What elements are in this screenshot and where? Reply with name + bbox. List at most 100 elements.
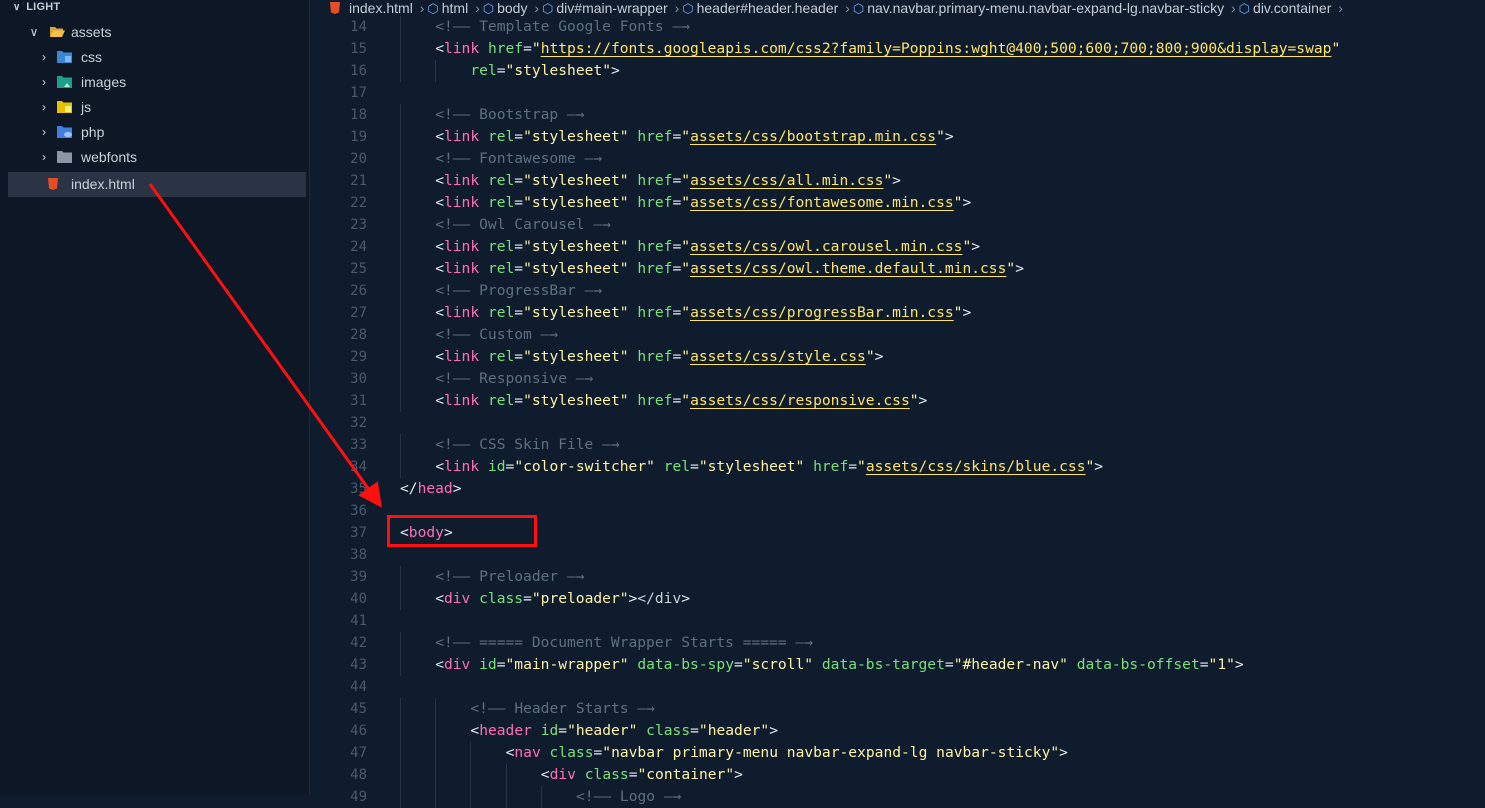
line-number: 45: [350, 701, 367, 717]
indent-guide: [435, 60, 437, 82]
tree-item-assets[interactable]: ∨ assets: [0, 20, 309, 45]
indent-guide: [400, 588, 401, 610]
code-text[interactable]: <!—— Bootstrap —→: [435, 104, 584, 126]
code-text[interactable]: <link rel="stylesheet" href="assets/css/…: [435, 236, 980, 258]
code-line[interactable]: 35 </head>: [310, 478, 1485, 500]
indent-guide: [400, 280, 401, 302]
tree-item-index-html[interactable]: index.html: [8, 172, 306, 197]
code-text[interactable]: <link rel="stylesheet" href="assets/css/…: [435, 170, 901, 192]
code-text[interactable]: <!—— Template Google Fonts —→: [435, 16, 690, 38]
line-number: 31: [350, 393, 367, 409]
folder-open-icon: [50, 27, 65, 37]
explorer-root-header[interactable]: ∨ LIGHT: [13, 0, 60, 14]
code-editor[interactable]: index.html › ⬡ html › ⬡ body › ⬡ div#main-wrap…: [310, 0, 1485, 808]
code-line[interactable]: 14 <!—— Template Google Fonts —→: [310, 16, 1485, 38]
code-text[interactable]: <!—— Logo —→: [576, 786, 681, 808]
code-text[interactable]: <link id="color-switcher" rel="styleshee…: [435, 456, 1103, 478]
code-line[interactable]: 15 <link href="https://fonts.googleapis.c…: [310, 38, 1485, 60]
indent-guide: [400, 434, 401, 456]
code-line[interactable]: 18 <!—— Bootstrap —→: [310, 104, 1485, 126]
code-text[interactable]: <!—— ===== Document Wrapper Starts =====…: [435, 632, 813, 654]
code-line[interactable]: 49 <!—— Logo —→: [310, 786, 1485, 808]
code-line[interactable]: 34 <link id="color-switcher" rel="stylesh…: [310, 456, 1485, 478]
breadcrumb-file[interactable]: index.html: [349, 0, 413, 16]
tree-item-label: webfonts: [81, 149, 138, 165]
code-line[interactable]: 25 <link rel="stylesheet" href="assets/cs…: [310, 258, 1485, 280]
code-text[interactable]: <div class="container">: [541, 764, 743, 786]
tree-item-js[interactable]: › js: [0, 95, 309, 120]
code-line[interactable]: 31 <link rel="stylesheet" href="assets/cs…: [310, 390, 1485, 412]
code-line[interactable]: 28 <!—— Custom —→: [310, 324, 1485, 346]
code-text[interactable]: <!—— Fontawesome —→: [435, 148, 602, 170]
code-text[interactable]: <!—— ProgressBar —→: [435, 280, 602, 302]
tree-item-webfonts[interactable]: › webfonts: [0, 145, 309, 170]
code-line[interactable]: 44: [310, 676, 1485, 698]
code-text[interactable]: <div id="main-wrapper" data-bs-spy="scro…: [435, 654, 1244, 676]
code-text[interactable]: <link rel="stylesheet" href="assets/css/…: [435, 302, 971, 324]
code-line[interactable]: 43 <div id="main-wrapper" data-bs-spy="sc…: [310, 654, 1485, 676]
code-line[interactable]: 26 <!—— ProgressBar —→: [310, 280, 1485, 302]
cube-icon: ⬡: [542, 1, 554, 16]
tree-item-images[interactable]: › images: [0, 70, 309, 95]
breadcrumb-item[interactable]: div#main-wrapper: [556, 0, 667, 16]
code-line[interactable]: 38: [310, 544, 1485, 566]
code-line[interactable]: 16 rel="stylesheet">: [310, 60, 1485, 82]
code-line[interactable]: 47 <nav class="navbar primary-menu navbar…: [310, 742, 1485, 764]
breadcrumb-item[interactable]: nav.navbar.primary-menu.navbar-expand-lg…: [867, 0, 1224, 16]
code-line[interactable]: 29 <link rel="stylesheet" href="assets/cs…: [310, 346, 1485, 368]
breadcrumb-item[interactable]: div.container: [1253, 0, 1331, 16]
code-text[interactable]: <link rel="stylesheet" href="assets/css/…: [435, 126, 954, 148]
code-text[interactable]: <nav class="navbar primary-menu navbar-e…: [506, 742, 1068, 764]
line-number: 48: [350, 767, 367, 783]
code-line[interactable]: 33 <!—— CSS Skin File —→: [310, 434, 1485, 456]
code-text[interactable]: <!—— Responsive —→: [435, 368, 593, 390]
code-line[interactable]: 41: [310, 610, 1485, 632]
code-text[interactable]: <link href="https://fonts.googleapis.com…: [435, 38, 1340, 60]
code-text[interactable]: <!—— Custom —→: [435, 324, 558, 346]
indent-guide: [400, 214, 401, 236]
indent-guide: [435, 786, 437, 808]
breadcrumb-item[interactable]: header#header.header: [697, 0, 839, 16]
code-line[interactable]: 40 <div class="preloader"></div>: [310, 588, 1485, 610]
code-line[interactable]: 39 <!—— Preloader —→: [310, 566, 1485, 588]
line-number: 43: [350, 657, 367, 673]
chevron-right-icon: ›: [42, 125, 46, 139]
code-line[interactable]: 46 <header id="header" class="header">: [310, 720, 1485, 742]
code-text[interactable]: <!—— Header Starts —→: [470, 698, 655, 720]
code-text[interactable]: <div class="preloader"></div>: [435, 588, 690, 610]
tree-item-php[interactable]: › php: [0, 120, 309, 145]
file-explorer: ∨ LIGHT ∨ assets › css › images › js › p…: [0, 0, 310, 795]
code-text[interactable]: <!—— Owl Carousel —→: [435, 214, 611, 236]
code-text[interactable]: <!—— Preloader —→: [435, 566, 584, 588]
code-text[interactable]: <!—— CSS Skin File —→: [435, 434, 620, 456]
code-text[interactable]: <link rel="stylesheet" href="assets/css/…: [435, 258, 1024, 280]
indent-guide: [400, 258, 401, 280]
code-text[interactable]: <header id="header" class="header">: [470, 720, 778, 742]
code-line[interactable]: 48 <div class="container">: [310, 764, 1485, 786]
code-line[interactable]: 22 <link rel="stylesheet" href="assets/cs…: [310, 192, 1485, 214]
chevron-right-icon: ›: [845, 0, 850, 16]
code-line[interactable]: 20 <!—— Fontawesome —→: [310, 148, 1485, 170]
tree-item-css[interactable]: › css: [0, 45, 309, 70]
code-line[interactable]: 45 <!—— Header Starts —→: [310, 698, 1485, 720]
code-text[interactable]: <link rel="stylesheet" href="assets/css/…: [435, 390, 927, 412]
breadcrumb-item[interactable]: html: [442, 0, 468, 16]
folder-icon: [57, 151, 72, 163]
indent-guide: [470, 764, 472, 786]
code-text[interactable]: rel="stylesheet">: [470, 60, 619, 82]
code-line[interactable]: 30 <!—— Responsive —→: [310, 368, 1485, 390]
line-number: 21: [350, 173, 367, 189]
code-line[interactable]: 32: [310, 412, 1485, 434]
tree-item-label: js: [81, 99, 92, 115]
code-line[interactable]: 23 <!—— Owl Carousel —→: [310, 214, 1485, 236]
code-line[interactable]: 19 <link rel="stylesheet" href="assets/cs…: [310, 126, 1485, 148]
code-line[interactable]: 24 <link rel="stylesheet" href="assets/cs…: [310, 236, 1485, 258]
code-line[interactable]: 17: [310, 82, 1485, 104]
code-text[interactable]: <link rel="stylesheet" href="assets/css/…: [435, 346, 883, 368]
code-text[interactable]: </head>: [400, 478, 462, 500]
breadcrumb-item[interactable]: body: [497, 0, 527, 16]
code-line[interactable]: 27 <link rel="stylesheet" href="assets/cs…: [310, 302, 1485, 324]
code-text[interactable]: <link rel="stylesheet" href="assets/css/…: [435, 192, 971, 214]
code-line[interactable]: 42 <!—— ===== Document Wrapper Starts ===…: [310, 632, 1485, 654]
code-line[interactable]: 21 <link rel="stylesheet" href="assets/cs…: [310, 170, 1485, 192]
